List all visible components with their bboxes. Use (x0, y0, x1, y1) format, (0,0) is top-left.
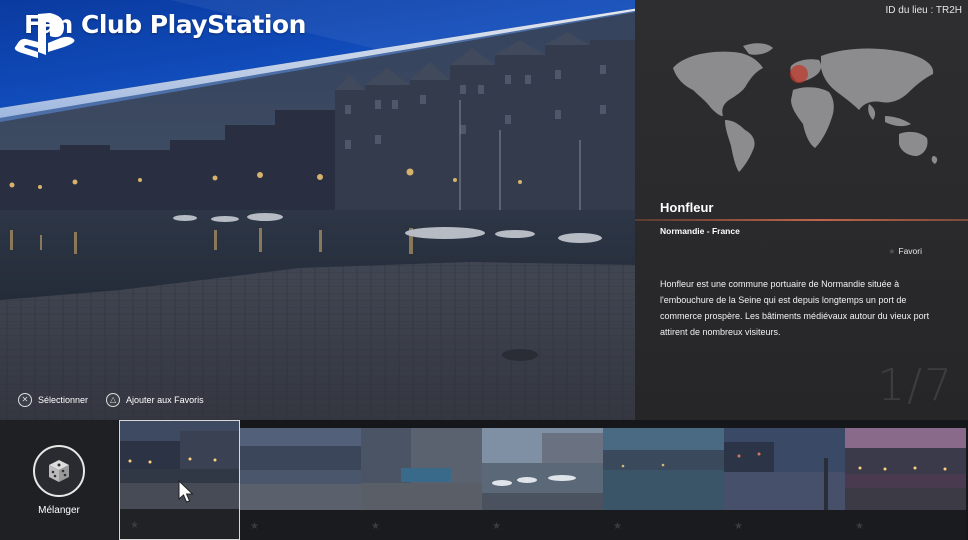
place-name: Honfleur (660, 200, 714, 215)
map-location-marker (790, 65, 808, 83)
shuffle-circle[interactable] (33, 444, 85, 497)
shuffle-button[interactable]: Mélanger (0, 420, 118, 540)
hint-select-label: Sélectionner (38, 395, 89, 405)
thumbnail-3[interactable]: ★ (361, 428, 482, 540)
thumbnail-star-icon: ★ (250, 521, 259, 532)
thumbnail-4[interactable]: ★ (482, 428, 603, 540)
thumbnail-star-icon: ★ (492, 521, 501, 532)
thumbnail-5[interactable]: ★ (603, 428, 724, 540)
thumbnail-star-icon: ★ (613, 521, 622, 532)
place-description: Honfleur est une commune portuaire de No… (660, 279, 930, 337)
place-id: ID du lieu : TR2H (885, 5, 962, 16)
shuffle-label: Mélanger (38, 504, 80, 516)
hint-select[interactable]: ✕ Sélectionner (18, 393, 88, 407)
thumbnail-star-icon: ★ (371, 521, 380, 532)
favorite-status: ★ Favori (888, 246, 922, 256)
triangle-button-icon: △ (106, 393, 121, 407)
dice-icon (49, 459, 69, 482)
playstation-logo-icon (14, 13, 75, 58)
thumbnail-star-icon: ★ (855, 521, 864, 532)
favorite-label: Favori (898, 246, 922, 256)
thumbnail-7[interactable]: ★ (845, 428, 966, 540)
place-region: Normandie - France (660, 226, 740, 236)
cross-button-icon: ✕ (18, 393, 32, 407)
hint-favorite-label: Ajouter aux Favoris (126, 395, 204, 405)
thumbnail-star-icon: ★ (130, 520, 139, 531)
star-icon: ★ (888, 246, 896, 256)
hint-add-favorite[interactable]: △ Ajouter aux Favoris (106, 393, 204, 407)
thumbnail-star-icon: ★ (734, 521, 743, 532)
thumbnail-2[interactable]: ★ (240, 428, 361, 540)
location-info-panel: ID du lieu : TR2H Honfleur Normandie - F… (635, 0, 968, 420)
photo-counter: 1/7 (877, 360, 954, 411)
thumbnail-strip: Mélanger ★ ★ ★ ★ ★ ★ ★ (0, 420, 968, 540)
button-hints: ✕ Sélectionner △ Ajouter aux Favoris (18, 393, 222, 407)
brand: Fan Club PlayStation (14, 10, 306, 58)
title-divider (635, 219, 968, 221)
mouse-cursor-icon (178, 480, 194, 503)
thumbnail-6[interactable]: ★ (724, 428, 845, 540)
location-photo (0, 0, 635, 420)
world-map (673, 43, 938, 172)
